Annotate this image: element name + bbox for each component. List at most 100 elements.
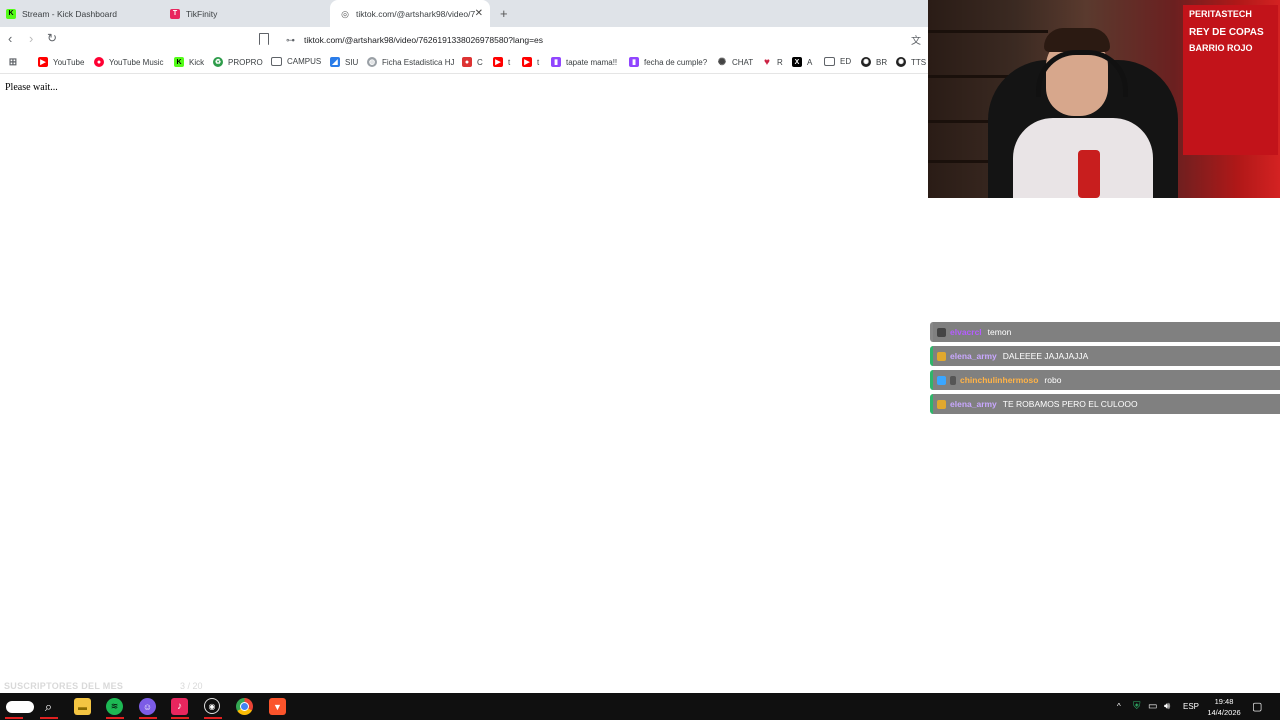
translate-icon[interactable]: 文 <box>911 32 921 47</box>
bookmark-fecha-de-cumple[interactable]: ▮ fecha de cumple? <box>629 57 707 67</box>
tab-tikfinity[interactable]: T TikFinity <box>170 0 330 27</box>
bookmark-label: Kick <box>189 57 205 67</box>
file-explorer-icon[interactable]: ▬ <box>74 698 91 715</box>
bookmark-label: R <box>777 57 783 67</box>
bookmark-a[interactable]: XA <box>792 57 812 67</box>
bookmark-t-2[interactable]: ▶ t <box>522 57 539 67</box>
discord-icon[interactable]: ☺ <box>139 698 156 715</box>
chat-message: chinchulinhermoso robo <box>930 370 1280 390</box>
search-icon[interactable]: ⌕ <box>40 698 57 715</box>
bookmark-star-icon[interactable] <box>259 33 269 45</box>
kick-icon: K <box>174 57 184 67</box>
tab-title: tiktok.com/@artshark98/video/7 <box>356 8 476 19</box>
bookmark-label: CHAT <box>732 57 754 67</box>
notifications-icon[interactable]: ▢ <box>1252 693 1262 720</box>
bookmark-tapate-mama[interactable]: ▮ tapate mama!! <box>551 57 617 67</box>
apps-button[interactable]: ⊞ <box>8 56 23 68</box>
bookmark-ficha-estadistica[interactable]: ◍ Ficha Estadistica HJ <box>367 57 454 67</box>
tab-title: TikFinity <box>186 8 218 19</box>
network-icon[interactable]: ▭ <box>1148 693 1157 720</box>
new-tab-button[interactable]: + <box>500 6 508 21</box>
badge-icon <box>937 375 946 385</box>
close-tab-icon[interactable]: ✕ <box>475 8 483 19</box>
badge-icon <box>937 399 946 409</box>
folder-icon <box>824 57 835 66</box>
youtube-icon: ▶ <box>38 57 48 67</box>
tab-tiktok-video[interactable]: ◎ tiktok.com/@artshark98/video/7 ✕ <box>330 0 490 27</box>
chat-username: elena_army <box>950 399 997 409</box>
clock-time: 19:48 <box>1214 697 1234 706</box>
bookmark-chat[interactable]: ✺ CHAT <box>717 57 754 68</box>
chat-text: robo <box>1044 375 1062 385</box>
chat-message: elena_army DALEEEE JAJAJAJJA <box>930 346 1280 366</box>
youtube-music-icon: ● <box>94 57 104 67</box>
bookmark-youtube-music[interactable]: ● YouTube Music <box>94 57 164 67</box>
bookmark-c[interactable]: ● C <box>462 57 483 67</box>
tab-title: Stream - Kick Dashboard <box>22 8 117 19</box>
bookmark-br[interactable]: ✺ BR <box>861 57 887 67</box>
bookmark-kick[interactable]: K Kick <box>174 57 204 67</box>
spotify-icon[interactable]: ≋ <box>106 698 123 715</box>
bookmark-ed[interactable]: ED <box>824 57 851 66</box>
bookmark-label: BR <box>876 57 888 67</box>
bookmark-campus[interactable]: CAMPUS <box>271 57 321 66</box>
clock-date: 14/4/2026 <box>1207 708 1241 717</box>
active-indicator <box>40 717 58 719</box>
bookmark-siu[interactable]: ◢ SIU <box>330 57 358 67</box>
bookmark-label: TTS <box>911 57 927 67</box>
kick-icon: K <box>6 8 16 19</box>
chrome-icon[interactable] <box>236 698 253 715</box>
reload-icon[interactable]: ↻ <box>47 31 57 45</box>
bookmark-label: CAMPUS <box>287 57 322 66</box>
bookmark-t-1[interactable]: ▶ t <box>493 57 510 67</box>
tab-strip: K Stream - Kick Dashboard T TikFinity ◎ … <box>0 0 928 27</box>
webcam-feed: PERITASTECH REY DE COPAS BARRIO ROJO <box>928 0 1280 198</box>
bookmark-label: t <box>508 57 511 67</box>
shield-icon[interactable]: ⛨ <box>1133 693 1141 720</box>
bookmark-label: tapate mama!! <box>566 57 618 67</box>
page-content: Please wait... <box>0 74 928 693</box>
site-info-icon[interactable]: ⊶ <box>286 35 295 46</box>
bookmark-r[interactable]: ♥ R <box>762 56 783 68</box>
r-app-icon: ♥ <box>764 56 770 68</box>
active-indicator <box>5 717 23 719</box>
streamer-hair <box>1044 28 1110 52</box>
bookmark-label: YouTube Music <box>109 57 164 67</box>
bookmark-propro[interactable]: ♻ PROPRO <box>213 57 263 67</box>
tab-kick-dashboard[interactable]: K Stream - Kick Dashboard <box>6 0 166 27</box>
twitch-icon: ▮ <box>629 57 639 67</box>
subs-goal-count: 3 / 20 <box>180 681 203 691</box>
volume-icon[interactable]: 🔊︎ <box>1164 693 1170 720</box>
language-indicator[interactable]: ESP <box>1183 693 1199 720</box>
address-bar[interactable]: ⊶ tiktok.com/@artshark98/video/762619133… <box>280 31 920 49</box>
forward-arrow-icon[interactable]: › <box>29 31 33 46</box>
bookmark-youtube[interactable]: ▶ YouTube <box>38 57 84 67</box>
back-arrow-icon[interactable]: ‹ <box>8 31 12 46</box>
bookmark-label: ED <box>840 57 852 66</box>
url-text[interactable]: tiktok.com/@artshark98/video/76261913380… <box>304 35 543 45</box>
start-icon[interactable] <box>6 701 34 713</box>
globe-icon: ◍ <box>367 57 377 67</box>
show-hidden-icons-button[interactable]: ^ <box>1117 693 1121 720</box>
c-app-icon: ● <box>462 57 472 67</box>
chat-message: elvacrcl temon <box>930 322 1280 342</box>
bookmark-label: YouTube <box>53 57 85 67</box>
system-clock[interactable]: 19:48 14/4/2026 <box>1204 696 1244 718</box>
bookmark-label: Ficha Estadistica HJ <box>382 57 455 67</box>
apps-grid-icon: ⊞ <box>8 56 18 68</box>
recycle-icon: ♻ <box>213 57 223 67</box>
loading-text: Please wait... <box>5 82 58 93</box>
bookmark-label: SIU <box>345 57 359 67</box>
chat-text: DALEEEE JAJAJAJJA <box>1002 351 1089 361</box>
chat-message: elena_army TE ROBAMOS PERO EL CULOOO <box>930 394 1280 414</box>
bookmark-tts[interactable]: ✺ TTS <box>896 57 926 67</box>
folder-icon <box>271 57 282 66</box>
poster-text: BARRIO ROJO <box>1189 43 1253 53</box>
brave-icon[interactable]: ▼ <box>269 698 286 715</box>
subs-goal-label: SUSCRIPTORES DEL MES <box>4 681 124 691</box>
obs-icon[interactable]: ◉ <box>204 698 220 714</box>
youtube-icon: ▶ <box>493 57 503 67</box>
x-icon: X <box>792 57 802 67</box>
tiktok-icon[interactable]: ♪ <box>171 698 188 715</box>
badge-icon <box>937 327 946 337</box>
